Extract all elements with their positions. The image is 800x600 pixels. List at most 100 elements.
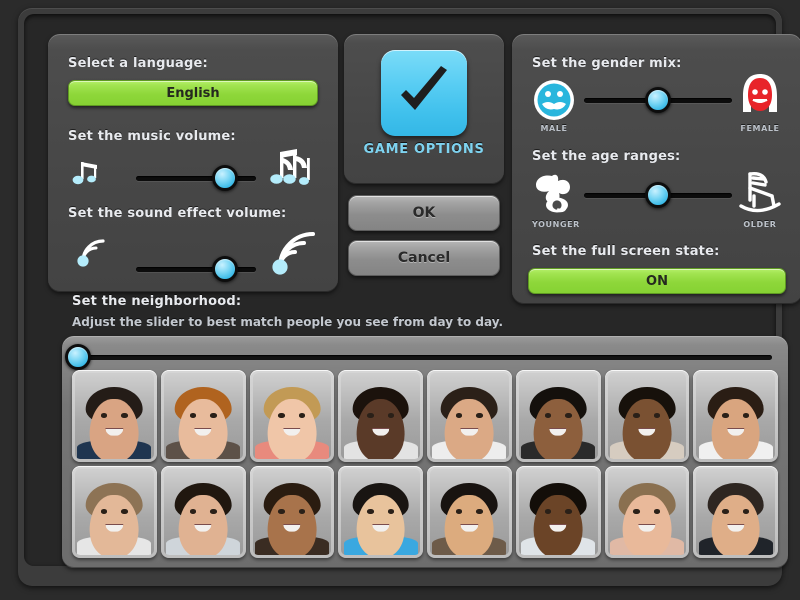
checkmark-icon xyxy=(381,50,467,136)
sound-effect-volume-thumb[interactable] xyxy=(211,256,238,282)
face-thumbnail[interactable] xyxy=(72,466,157,558)
face-thumbnail[interactable] xyxy=(427,370,512,462)
face-thumbnail[interactable] xyxy=(249,370,335,462)
face-thumbnail[interactable] xyxy=(604,466,690,558)
sound-effect-volume-track[interactable] xyxy=(136,267,256,272)
cancel-button[interactable]: Cancel xyxy=(348,240,500,276)
gender-mix-thumb[interactable] xyxy=(645,87,671,113)
face-thumbnail[interactable] xyxy=(338,370,423,462)
right-settings-panel: Set the gender mix: MALE FEMALE Set the … xyxy=(512,34,800,304)
small-music-notes-icon xyxy=(68,152,112,192)
window-body: Select a language: English Set the music… xyxy=(24,14,800,568)
face-portrait xyxy=(607,373,687,459)
face-portrait xyxy=(75,373,154,459)
music-volume-slider[interactable] xyxy=(136,165,256,191)
large-music-notes-icon xyxy=(266,146,326,200)
language-label: Select a language: xyxy=(68,56,208,71)
female-caption: FEMALE xyxy=(740,124,780,133)
face-eye-right xyxy=(121,413,128,418)
face-eye-right xyxy=(387,509,395,514)
face-thumbnail[interactable] xyxy=(338,466,423,558)
page-title: GAME OPTIONS xyxy=(363,142,485,157)
neighborhood-label: Set the neighborhood: xyxy=(72,294,242,309)
face-eye-left xyxy=(722,413,729,418)
ok-button[interactable]: OK xyxy=(348,195,500,231)
face-eye-left xyxy=(367,509,374,514)
face-portrait xyxy=(607,469,687,555)
face-portrait xyxy=(430,373,509,459)
age-ranges-slider[interactable] xyxy=(584,182,732,208)
face-eye-right xyxy=(210,509,217,514)
face-grid xyxy=(72,370,778,558)
face-thumbnail[interactable] xyxy=(693,466,778,558)
face-portrait xyxy=(518,469,598,555)
options-window: Select a language: English Set the music… xyxy=(0,0,800,600)
face-portrait xyxy=(696,469,775,555)
face-eye-right xyxy=(653,413,661,418)
face-eye-right xyxy=(653,509,661,514)
gender-mix-slider[interactable] xyxy=(584,87,732,113)
large-sound-wave-icon xyxy=(266,224,326,280)
left-settings-panel: Select a language: English Set the music… xyxy=(48,34,338,292)
face-eye-left xyxy=(455,413,463,418)
music-volume-track[interactable] xyxy=(136,176,256,181)
face-portrait xyxy=(252,469,332,555)
face-portrait xyxy=(252,373,332,459)
full-screen-toggle-button[interactable]: ON xyxy=(528,268,786,294)
face-thumbnail[interactable] xyxy=(604,370,690,462)
face-portrait xyxy=(163,373,243,459)
male-caption: MALE xyxy=(540,124,568,133)
face-eye-right xyxy=(742,413,750,418)
face-eye-right xyxy=(298,413,306,418)
face-thumbnail[interactable] xyxy=(515,466,601,558)
neighborhood-track[interactable] xyxy=(78,355,772,360)
female-face-icon xyxy=(736,72,784,122)
face-eye-left xyxy=(367,413,374,418)
face-eye-right xyxy=(476,413,483,418)
language-select-button[interactable]: English xyxy=(68,80,318,106)
face-portrait xyxy=(430,469,509,555)
age-ranges-thumb[interactable] xyxy=(645,182,671,208)
gender-mix-label: Set the gender mix: xyxy=(532,56,682,71)
neighborhood-thumb[interactable] xyxy=(65,344,91,370)
face-thumbnail[interactable] xyxy=(249,466,335,558)
face-eye-left xyxy=(100,413,108,418)
small-sound-wave-icon xyxy=(70,232,114,272)
younger-caption: YOUNGER xyxy=(532,220,580,229)
neighborhood-panel xyxy=(62,336,788,568)
full-screen-label: Set the full screen state: xyxy=(532,244,720,259)
face-eye-left xyxy=(100,509,108,514)
older-caption: OLDER xyxy=(743,220,777,229)
music-volume-label: Set the music volume: xyxy=(68,129,236,144)
face-eye-left xyxy=(544,509,552,514)
sound-effect-volume-slider[interactable] xyxy=(136,256,256,282)
face-thumbnail[interactable] xyxy=(693,370,778,462)
music-volume-thumb[interactable] xyxy=(211,165,238,191)
face-eye-right xyxy=(387,413,395,418)
face-eye-right xyxy=(298,509,306,514)
face-portrait xyxy=(341,469,420,555)
face-thumbnail[interactable] xyxy=(72,370,157,462)
face-eye-left xyxy=(189,509,197,514)
face-portrait xyxy=(696,373,775,459)
face-portrait xyxy=(341,373,420,459)
neighborhood-slider[interactable] xyxy=(65,344,772,370)
face-portrait xyxy=(518,373,598,459)
face-portrait xyxy=(75,469,154,555)
face-eye-left xyxy=(189,413,197,418)
face-eye-left xyxy=(278,509,285,514)
face-thumbnail[interactable] xyxy=(160,466,246,558)
face-eye-right xyxy=(565,509,572,514)
face-eye-left xyxy=(278,413,285,418)
face-thumbnail[interactable] xyxy=(515,370,601,462)
face-eye-left xyxy=(633,509,640,514)
rocking-chair-icon xyxy=(734,166,786,218)
male-face-icon xyxy=(530,78,578,122)
face-eye-right xyxy=(210,413,217,418)
face-thumbnail[interactable] xyxy=(160,370,246,462)
face-eye-left xyxy=(633,413,640,418)
window-inner-frame: Select a language: English Set the music… xyxy=(18,8,800,586)
face-eye-left xyxy=(455,509,463,514)
face-thumbnail[interactable] xyxy=(427,466,512,558)
face-eye-left xyxy=(544,413,552,418)
